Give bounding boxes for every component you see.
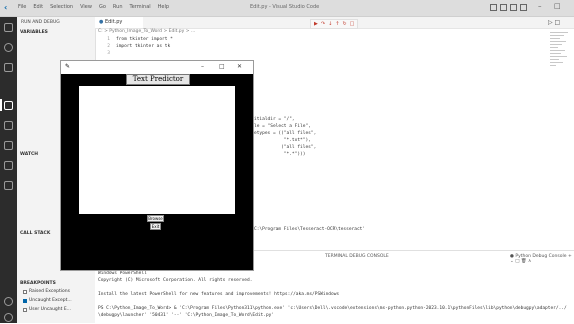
code-line: 1 from tkinter import * [107, 37, 173, 42]
tk-titlebar: ✎ – □ ✕ [61, 61, 253, 74]
menu-go[interactable]: Go [99, 4, 106, 10]
code-line: itialdir = "/", [254, 117, 295, 122]
terminal-selector[interactable]: ● Python Debug Console + ⌄ □ 🗑 ∧ [510, 254, 574, 264]
code-line: ("all files", [254, 145, 317, 150]
exit-button[interactable]: Exit [150, 223, 161, 230]
breakpoint-checkbox[interactable] [23, 307, 27, 312]
activity-bar [0, 17, 17, 323]
menu-run[interactable]: Run [113, 4, 123, 10]
toggle-panel-icon[interactable] [500, 4, 507, 11]
customize-layout-icon[interactable] [520, 4, 527, 11]
breakpoint-label: Uncaught Except... [29, 298, 72, 303]
tk-close-icon[interactable]: ✕ [237, 63, 242, 70]
tab-label: Edit.py [104, 19, 123, 25]
breakpoint-checkbox[interactable] [23, 298, 27, 303]
watch-section[interactable]: WATCH [20, 152, 38, 157]
search-icon[interactable] [4, 43, 13, 52]
terminal-line: Windows PowerShell [98, 271, 147, 276]
breakpoint-item[interactable]: Uncaught Except... [23, 298, 72, 303]
explorer-icon[interactable] [4, 23, 13, 32]
active-indicator [0, 99, 2, 111]
run-debug-icon[interactable] [4, 101, 13, 110]
code-line: "*.txt*"), [254, 138, 311, 143]
code-line: etypes = (("all files", [254, 131, 317, 136]
python-file-icon: ● [99, 19, 104, 25]
toggle-primary-sidebar-icon[interactable] [490, 4, 497, 11]
breakpoint-label: User Uncaught E... [29, 307, 71, 312]
tab-edit-py[interactable]: ● Edit.py [95, 17, 143, 28]
toggle-secondary-sidebar-icon[interactable] [510, 4, 517, 11]
restore-icon[interactable]: □ [554, 2, 561, 10]
testing-icon[interactable] [4, 141, 13, 150]
breakpoint-item[interactable]: Raised Exceptions [23, 289, 70, 294]
terminal-line: PS C:\Python_Image_To_Word> & 'C:\Progra… [98, 306, 567, 311]
stop-icon[interactable]: □ [350, 20, 355, 28]
source-control-icon[interactable] [4, 63, 13, 72]
debug-toolbar: ▶ ↷ ↓ ↑ ↻ □ [310, 19, 359, 29]
code-line: "*.*"))) [254, 152, 306, 157]
breadcrumb: C: > Python_Image_To_Word > Edit.py > ..… [98, 29, 196, 34]
vscode-logo-icon: ‹ [4, 3, 8, 12]
menu-help[interactable]: Help [158, 4, 169, 10]
manage-gear-icon[interactable] [4, 313, 13, 322]
terminal-line: Install the latest PowerShell for new fe… [98, 292, 340, 297]
tk-app-window: ✎ – □ ✕ Text Predictor Browse Exit [60, 60, 254, 271]
continue-icon[interactable]: ▶ [314, 20, 318, 28]
step-over-icon[interactable]: ↷ [321, 20, 325, 28]
tk-maximize-icon[interactable]: □ [219, 63, 225, 70]
breakpoint-label: Raised Exceptions [29, 289, 70, 294]
tk-minimize-icon[interactable]: – [201, 63, 204, 70]
breakpoint-checkbox[interactable] [23, 289, 27, 294]
menu-file[interactable]: File [18, 4, 26, 10]
extensions-icon[interactable] [4, 121, 13, 130]
minimap[interactable] [550, 32, 570, 92]
terminal-line: \debugpy\launcher' '50431' '--' 'C:\Pyth… [98, 313, 275, 318]
text-output-area[interactable] [79, 86, 235, 214]
call-stack-section[interactable]: CALL STACK [20, 231, 50, 236]
terminal-output[interactable]: Windows PowerShell Copyright (C) Microso… [98, 270, 567, 319]
window-title: Edit.py - Visual Studio Code [250, 4, 320, 10]
minimize-icon[interactable]: – [538, 2, 542, 10]
menu-selection[interactable]: Selection [50, 4, 73, 10]
menu-terminal[interactable]: Terminal [130, 4, 151, 10]
code-line: 2 import tkinter as tk [107, 44, 171, 49]
restart-icon[interactable]: ↻ [342, 20, 346, 28]
panel-tabs[interactable]: TERMINAL DEBUG CONSOLE [325, 254, 389, 259]
layout-controls [490, 4, 527, 11]
code-line: le = "Select a File", [254, 124, 311, 129]
menu-edit[interactable]: Edit [33, 4, 43, 10]
step-into-icon[interactable]: ↓ [328, 20, 332, 28]
breakpoints-section[interactable]: BREAKPOINTS [20, 281, 56, 286]
terminal-line: Copyright (C) Microsoft Corporation. All… [98, 278, 253, 283]
breakpoint-item[interactable]: User Uncaught E... [23, 307, 71, 312]
sidebar-header: RUN AND DEBUG [21, 20, 60, 25]
menu-bar: File Edit Selection View Go Run Terminal… [18, 4, 169, 10]
variables-section[interactable]: VARIABLES [20, 30, 48, 35]
menu-view[interactable]: View [80, 4, 92, 10]
step-out-icon[interactable]: ↑ [335, 20, 339, 28]
run-file-icon[interactable]: ▷ □ [548, 19, 560, 26]
accounts-icon[interactable] [4, 297, 13, 306]
remote-explorer-icon[interactable] [4, 161, 13, 170]
docker-icon[interactable] [4, 181, 13, 190]
tk-feather-icon: ✎ [65, 63, 71, 70]
title-bar: ‹ File Edit Selection View Go Run Termin… [0, 0, 574, 17]
code-line: C:\Program Files\Tesseract-OCR\tesseract… [254, 227, 366, 232]
browse-button[interactable]: Browse [147, 215, 164, 222]
app-heading: Text Predictor [126, 74, 190, 85]
code-line: 3 [107, 51, 110, 56]
